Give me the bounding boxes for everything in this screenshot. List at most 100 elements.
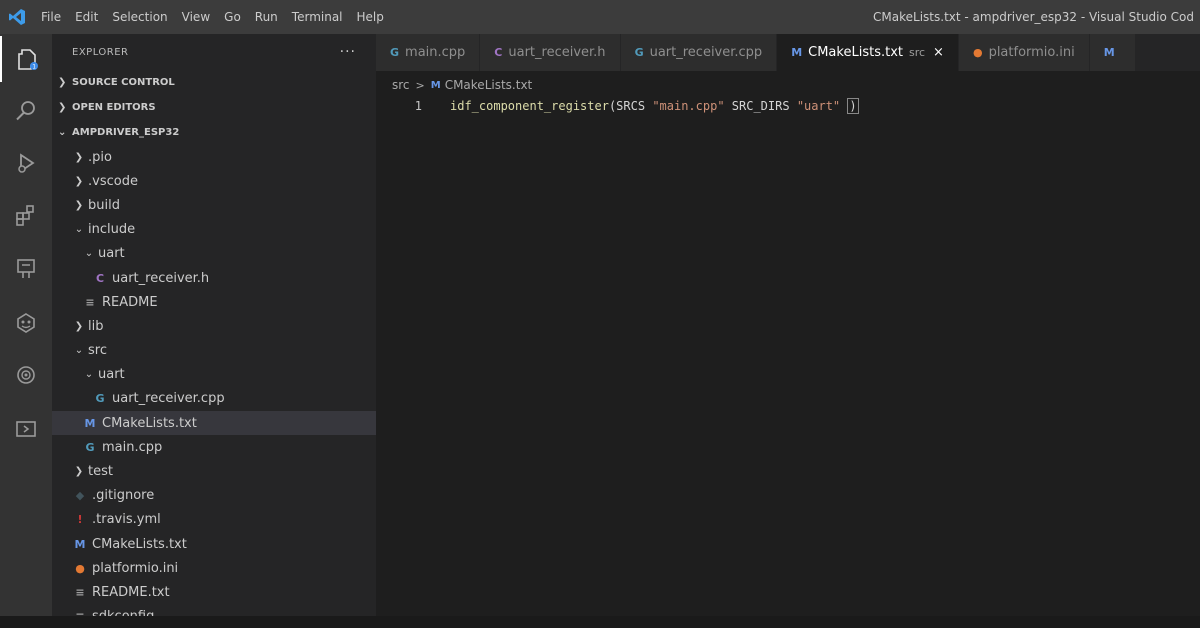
tree-item-label: test xyxy=(88,464,113,480)
tree-file[interactable]: ◆ .gitignore xyxy=(52,484,376,508)
vscode-logo-icon xyxy=(0,0,34,34)
run-debug-icon[interactable] xyxy=(0,140,52,186)
tree-item-label: .pio xyxy=(88,149,112,165)
file-type-icon: ! xyxy=(77,513,83,527)
chevron-right-icon: > xyxy=(415,78,425,92)
chevron-down-icon: ⌄ xyxy=(58,127,67,138)
tree-item-label: main.cpp xyxy=(102,439,163,455)
editor-tab[interactable]: Cuart_receiver.h xyxy=(480,34,621,71)
svg-text:1: 1 xyxy=(32,64,36,71)
code-editor[interactable]: 1 idf_component_register(SRCS "main.cpp"… xyxy=(376,94,1200,616)
tree-file[interactable]: ≡sdkconfig xyxy=(52,605,376,616)
menu-selection[interactable]: Selection xyxy=(105,0,174,34)
chevron-right-icon: ❯ xyxy=(74,320,84,332)
menu-view[interactable]: View xyxy=(175,0,217,34)
tree-file[interactable]: M CMakeLists.txt xyxy=(52,411,376,436)
explorer-sidebar: EXPLORER ··· ❯ SOURCE CONTROL ❯ OPEN EDI… xyxy=(52,34,376,616)
menu-terminal[interactable]: Terminal xyxy=(285,0,350,34)
tree-file[interactable]: ● platformio.ini xyxy=(52,556,376,580)
tree-file[interactable]: ! .travis.yml xyxy=(52,508,376,532)
file-type-icon: ◆ xyxy=(75,489,85,503)
tree-folder[interactable]: ❯ .vscode xyxy=(52,169,376,193)
tree-item-label: CMakeLists.txt xyxy=(92,536,187,552)
more-actions-icon[interactable]: ··· xyxy=(340,44,356,60)
remote-icon[interactable] xyxy=(0,352,52,398)
file-type-icon: ● xyxy=(972,46,983,59)
tree-item-label: .travis.yml xyxy=(92,512,161,528)
editor-tab[interactable]: Guart_receiver.cpp xyxy=(620,34,778,71)
tree-folder[interactable]: ❯ .pio xyxy=(52,145,376,169)
tree-file[interactable]: ≡ README.txt xyxy=(52,580,376,604)
extensions-icon[interactable] xyxy=(0,192,52,238)
code-token: "main.cpp" xyxy=(652,99,725,113)
menu-run[interactable]: Run xyxy=(248,0,285,34)
chevron-right-icon: ❯ xyxy=(74,466,84,478)
tree-folder[interactable]: ❯ build xyxy=(52,193,376,217)
file-type-icon: M xyxy=(84,416,96,430)
breadcrumb-file[interactable]: CMakeLists.txt xyxy=(445,78,533,92)
status-bar xyxy=(0,616,1200,628)
tab-label: platformio.ini xyxy=(988,45,1075,60)
tree-item-label: lib xyxy=(88,318,104,334)
editor-tab[interactable]: Gmain.cpp xyxy=(376,34,481,71)
chevron-right-icon: ❯ xyxy=(58,102,67,113)
tree-file[interactable]: M CMakeLists.txt xyxy=(52,532,376,556)
editor-tab[interactable]: M CMakeLists.txt src × xyxy=(777,34,959,71)
editor-tab[interactable]: ● platformio.ini xyxy=(958,34,1090,71)
tree-file[interactable]: Cuart_receiver.h xyxy=(52,266,376,290)
file-type-icon: ≡ xyxy=(85,295,95,309)
close-icon[interactable]: × xyxy=(933,45,944,60)
editor-tab[interactable]: M xyxy=(1089,34,1136,71)
tab-directory: src xyxy=(908,46,926,59)
sidebar-header: EXPLORER ··· xyxy=(52,34,376,70)
tree-item-label: build xyxy=(88,197,120,213)
code-text[interactable]: idf_component_register(SRCS "main.cpp" S… xyxy=(450,99,847,113)
platformio-icon[interactable] xyxy=(0,300,52,346)
title-bar: File Edit Selection View Go Run Terminal Help C… xyxy=(0,0,1200,34)
tree-item-label: CMakeLists.txt xyxy=(102,415,197,431)
activity-bar: 1 xyxy=(0,34,52,616)
file-type-icon: ≡ xyxy=(75,585,85,599)
menu-file[interactable]: File xyxy=(34,0,68,34)
breadcrumb: src > M CMakeLists.txt xyxy=(392,76,532,94)
tree-folder[interactable]: ⌄ uart xyxy=(52,242,376,266)
section-source-control[interactable]: ❯ SOURCE CONTROL xyxy=(52,70,376,95)
breadcrumb-folder[interactable]: src xyxy=(392,78,410,92)
menu-help[interactable]: Help xyxy=(350,0,391,34)
tree-file[interactable]: ≡ README xyxy=(52,290,376,314)
menu-edit[interactable]: Edit xyxy=(68,0,105,34)
tree-folder[interactable]: ❯ test xyxy=(52,459,376,483)
file-type-icon: G xyxy=(634,46,644,59)
chevron-down-icon: ⌄ xyxy=(84,369,94,381)
tab-label: uart_receiver.h xyxy=(508,45,606,60)
tree-folder[interactable]: ⌄ include xyxy=(52,218,376,242)
tree-file[interactable]: Gmain.cpp xyxy=(52,435,376,459)
line-number: 1 xyxy=(414,99,422,113)
tree-item-label: src xyxy=(88,343,107,359)
remote-explorer-icon[interactable] xyxy=(0,406,52,452)
tree-item-label: include xyxy=(88,222,136,238)
code-token: idf_component_register xyxy=(450,99,609,113)
tree-folder[interactable]: ⌄ src xyxy=(52,339,376,363)
tree-item-label: uart xyxy=(98,367,125,383)
tab-label: CMakeLists.txt xyxy=(808,45,903,60)
test-icon[interactable] xyxy=(0,246,52,292)
section-project[interactable]: ⌄ AMPDRIVER_ESP32 xyxy=(52,120,376,145)
menu-bar: File Edit Selection View Go Run Terminal Help xyxy=(34,0,391,34)
explorer-icon[interactable]: 1 xyxy=(0,36,52,82)
file-type-icon: C xyxy=(95,271,105,285)
menu-go[interactable]: Go xyxy=(217,0,248,34)
chevron-down-icon: ⌄ xyxy=(74,345,84,357)
tree-file[interactable]: Guart_receiver.cpp xyxy=(52,387,376,411)
tree-item-label: uart_receiver.h xyxy=(112,270,210,286)
code-line[interactable]: 1 idf_component_register(SRCS "main.cpp"… xyxy=(376,96,859,116)
search-icon[interactable] xyxy=(0,88,52,134)
code-token: SRC_DIRS xyxy=(724,99,797,113)
section-open-editors[interactable]: ❯ OPEN EDITORS xyxy=(52,95,376,120)
section-label: AMPDRIVER_ESP32 xyxy=(72,127,180,138)
tree-item-label: README xyxy=(102,294,158,310)
file-type-icon: M xyxy=(1103,46,1115,59)
tree-folder[interactable]: ⌄ uart xyxy=(52,363,376,387)
tree-folder[interactable]: ❯ lib xyxy=(52,314,376,338)
